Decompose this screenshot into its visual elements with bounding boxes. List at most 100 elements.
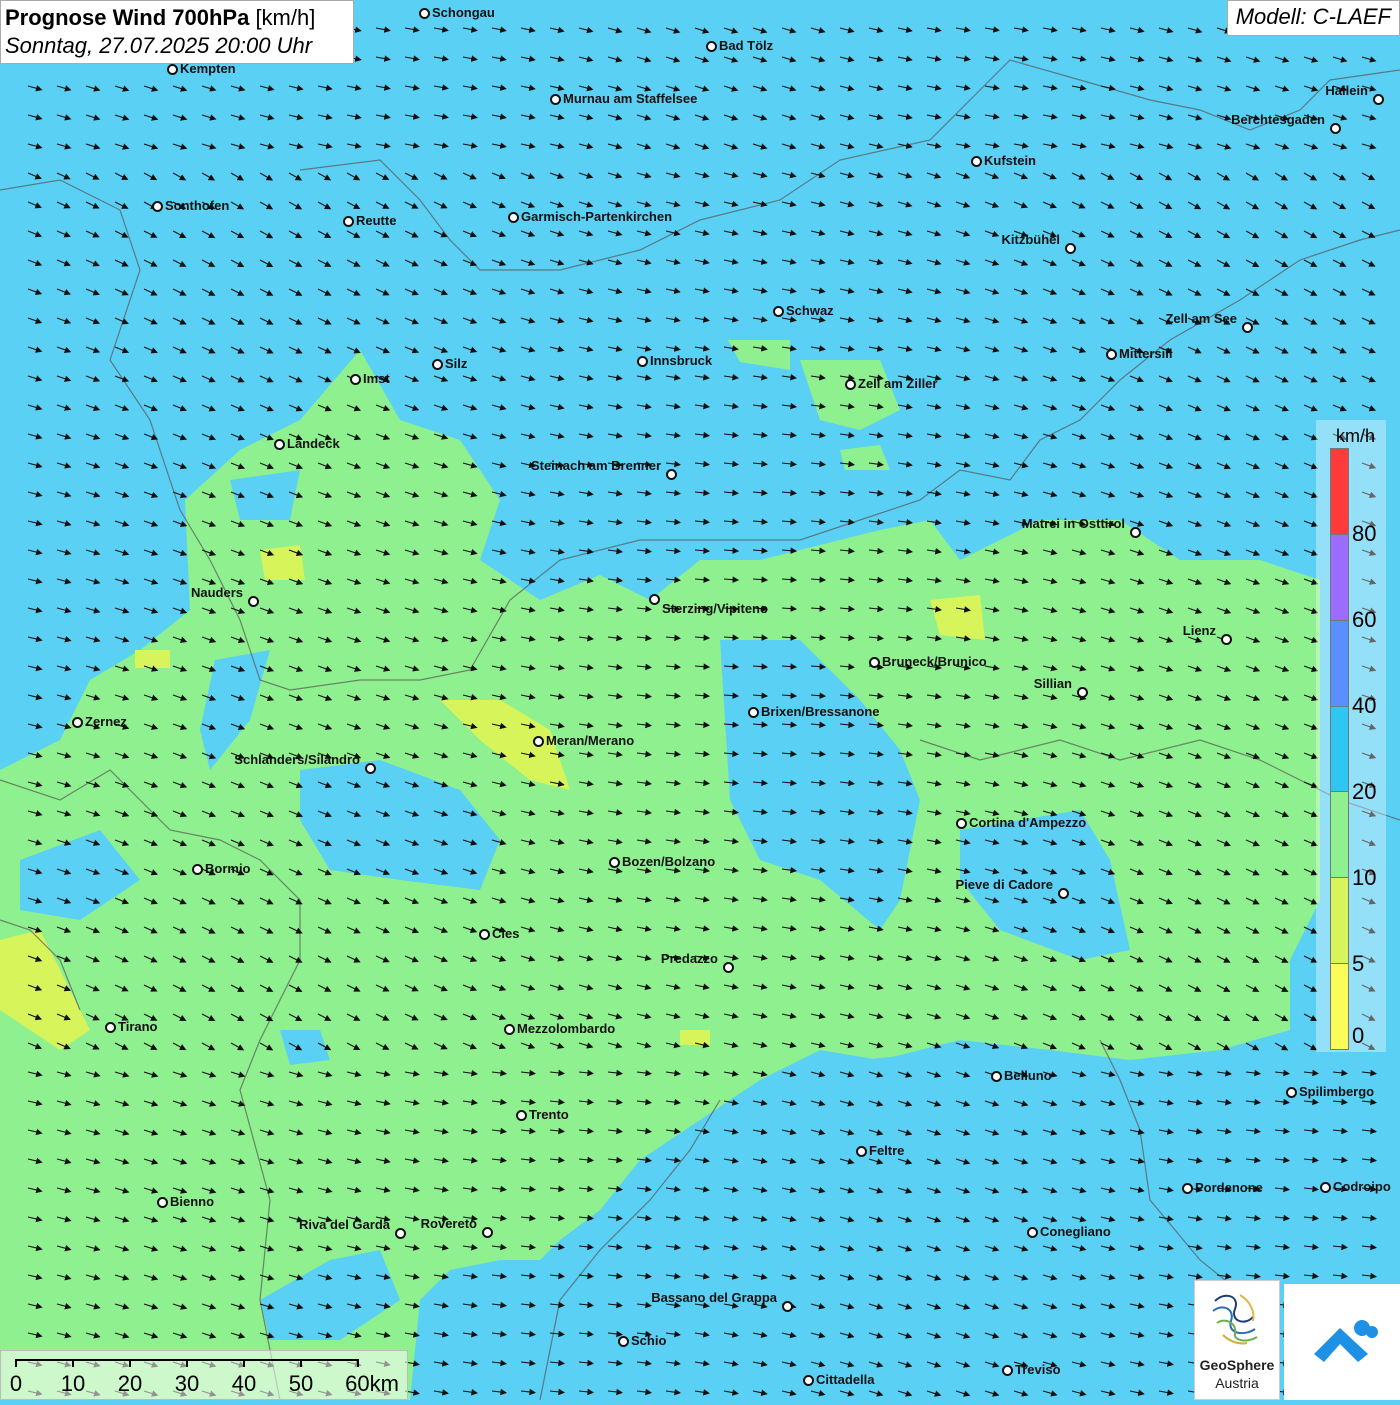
city-marker-icon bbox=[516, 1110, 527, 1121]
weather-app-logo[interactable] bbox=[1284, 1284, 1400, 1400]
city-label: Treviso bbox=[1015, 1362, 1061, 1377]
legend-tick-label: 40 bbox=[1352, 693, 1377, 718]
city-marker-icon bbox=[192, 864, 203, 875]
city-marker-icon bbox=[350, 374, 361, 385]
logo-name-line2: Austria bbox=[1215, 1375, 1259, 1391]
city-marker-icon bbox=[869, 657, 880, 668]
scale-tick bbox=[15, 1359, 17, 1367]
scale-label: 50 bbox=[288, 1371, 314, 1396]
city-marker-icon bbox=[419, 8, 430, 19]
city-label: Codroipo bbox=[1333, 1179, 1391, 1194]
city-marker-icon bbox=[508, 212, 519, 223]
city-label: Bozen/Bolzano bbox=[622, 854, 716, 869]
city-label: Bormio bbox=[205, 861, 251, 876]
city-marker-icon bbox=[1330, 123, 1341, 134]
city-label: Schio bbox=[631, 1333, 667, 1348]
city-label: Cittadella bbox=[816, 1372, 875, 1387]
city-label: Landeck bbox=[287, 436, 340, 451]
legend-tick-label: 80 bbox=[1352, 521, 1377, 546]
city-label: Bienno bbox=[170, 1194, 215, 1209]
city-label: Kempten bbox=[180, 61, 236, 76]
city-marker-icon bbox=[167, 64, 178, 75]
scale-bar: 0 10 20 30 40 50 60km bbox=[0, 1350, 408, 1400]
mountain-cloud-icon bbox=[1314, 1320, 1378, 1362]
legend-segment bbox=[1331, 706, 1348, 793]
legend-segment bbox=[1331, 792, 1348, 879]
city-marker-icon bbox=[274, 439, 285, 450]
legend-segment bbox=[1331, 878, 1348, 965]
city-label: Kufstein bbox=[984, 153, 1036, 168]
map-title-box: Prognose Wind 700hPa [km/h] Sonntag, 27.… bbox=[0, 0, 354, 64]
city-marker-icon bbox=[479, 929, 490, 940]
city-label: Kitzbühel bbox=[1001, 232, 1061, 247]
city-marker-icon bbox=[365, 763, 376, 774]
city-marker-icon bbox=[609, 857, 620, 868]
legend-tick-label: 0 bbox=[1352, 1023, 1365, 1048]
city-marker-icon bbox=[1221, 634, 1232, 645]
city-marker-icon bbox=[343, 216, 354, 227]
city-label: Predazzo bbox=[660, 951, 718, 966]
legend-segment bbox=[1331, 620, 1348, 707]
city-marker-icon bbox=[504, 1024, 515, 1035]
city-marker-icon bbox=[1027, 1227, 1038, 1238]
city-marker-icon bbox=[1286, 1087, 1297, 1098]
scale-label: 40 bbox=[231, 1371, 257, 1396]
city-label: Silz bbox=[445, 356, 468, 371]
legend-unit: km/h bbox=[1336, 426, 1376, 446]
legend-tick-label: 20 bbox=[1352, 779, 1377, 804]
city-label: Belluno bbox=[1004, 1068, 1052, 1083]
legend-segment bbox=[1331, 449, 1348, 535]
city-marker-icon bbox=[971, 156, 982, 167]
city-marker-icon bbox=[856, 1146, 867, 1157]
city-label: Mittersill bbox=[1119, 346, 1173, 361]
city-marker-icon bbox=[649, 594, 660, 605]
city-label: Matrei in Osttirol bbox=[1021, 516, 1125, 531]
forecast-datetime: Sonntag, 27.07.2025 20:00 Uhr bbox=[5, 33, 313, 58]
city-marker-icon bbox=[1130, 527, 1141, 538]
city-label: Meran/Merano bbox=[546, 733, 635, 748]
map-title: Prognose Wind 700hPa [km/h] bbox=[5, 5, 316, 30]
city-marker-icon bbox=[1373, 94, 1384, 105]
city-label: Schlanders/Silandro bbox=[234, 752, 360, 767]
city-label: Imst bbox=[363, 371, 390, 386]
scale-label: 0 bbox=[9, 1371, 23, 1396]
city-label: Zernez bbox=[85, 714, 127, 729]
city-marker-icon bbox=[1106, 349, 1117, 360]
city-label: Garmisch-Partenkirchen bbox=[521, 209, 673, 224]
city-label: Zell am See bbox=[1165, 311, 1237, 326]
city-label: Pordenone bbox=[1195, 1180, 1263, 1195]
city-label: Spilimbergo bbox=[1299, 1084, 1375, 1099]
scale-tick bbox=[186, 1359, 188, 1367]
legend-segment bbox=[1331, 964, 1348, 1050]
color-legend: km/h 80 60 40 20 10 5 0 bbox=[1316, 420, 1386, 1052]
city-label: Steinach am Brenner bbox=[530, 458, 661, 473]
city-marker-icon bbox=[618, 1336, 629, 1347]
city-label: Bad Tölz bbox=[719, 38, 774, 53]
city-label: Zell am Ziller bbox=[858, 376, 938, 391]
city-label: Conegliano bbox=[1040, 1224, 1111, 1239]
city-marker-icon bbox=[533, 736, 544, 747]
scale-tick bbox=[129, 1359, 131, 1367]
city-label: Nauders bbox=[190, 585, 243, 600]
city-marker-icon bbox=[1065, 243, 1076, 254]
city-label: Schongau bbox=[432, 5, 495, 20]
city-marker-icon bbox=[1242, 322, 1253, 333]
city-label: Innsbruck bbox=[650, 353, 713, 368]
geosphere-emblem-icon bbox=[1212, 1294, 1258, 1345]
city-marker-icon bbox=[991, 1071, 1002, 1082]
scale-label: 30 bbox=[174, 1371, 200, 1396]
city-marker-icon bbox=[1077, 687, 1088, 698]
city-label: Reutte bbox=[356, 213, 397, 228]
scale-label: 10 bbox=[60, 1371, 86, 1396]
city-marker-icon bbox=[105, 1022, 116, 1033]
city-marker-icon bbox=[723, 962, 734, 973]
geosphere-austria-logo[interactable]: GeoSphere Austria bbox=[1194, 1280, 1280, 1400]
city-label: Cortina d'Ampezzo bbox=[969, 815, 1087, 830]
city-label: Lienz bbox=[1182, 623, 1216, 638]
city-label: Sillian bbox=[1033, 676, 1072, 691]
city-label: Pieve di Cadore bbox=[955, 877, 1053, 892]
scale-tick bbox=[357, 1359, 359, 1367]
city-marker-icon bbox=[1002, 1365, 1013, 1376]
city-marker-icon bbox=[1058, 888, 1069, 899]
city-marker-icon bbox=[395, 1228, 406, 1239]
